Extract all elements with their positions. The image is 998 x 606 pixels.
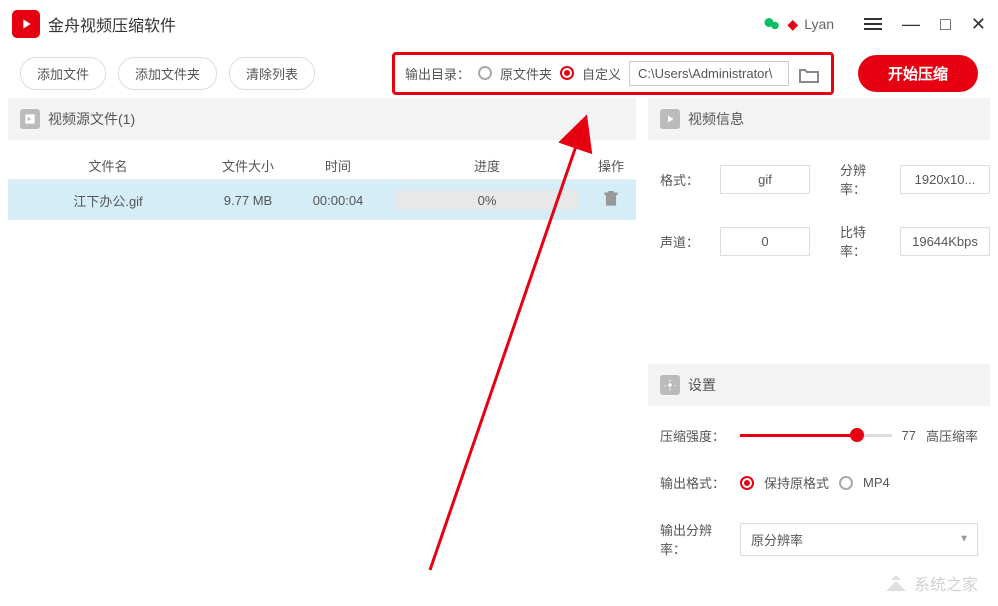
start-compress-button[interactable]: 开始压缩 [858, 55, 978, 92]
col-time-header: 时间 [288, 156, 388, 175]
compress-value: 77 [902, 428, 916, 443]
file-name-cell: 江下办公.gif [8, 191, 208, 210]
add-folder-button[interactable]: 添加文件夹 [118, 57, 217, 90]
output-resolution-value: 原分辨率 [751, 533, 803, 548]
chevron-down-icon: ▼ [959, 534, 969, 545]
wechat-icon[interactable] [763, 15, 781, 33]
minimize-button[interactable]: — [902, 14, 920, 35]
col-action-header: 操作 [586, 156, 636, 175]
radio-keep-format-label: 保持原格式 [764, 473, 829, 492]
col-progress-header: 进度 [388, 156, 586, 175]
bitrate-value: 19644Kbps [900, 227, 990, 256]
video-info-icon [660, 109, 680, 129]
table-row[interactable]: 江下办公.gif 9.77 MB 00:00:04 0% [8, 180, 636, 220]
radio-original-folder[interactable] [478, 66, 492, 80]
app-title: 金舟视频压缩软件 [48, 12, 176, 36]
radio-original-label: 原文件夹 [500, 64, 552, 83]
col-size-header: 文件大小 [208, 156, 288, 175]
video-info-title: 视频信息 [688, 109, 744, 129]
video-files-icon [20, 109, 40, 129]
output-label: 输出目录： [405, 64, 470, 83]
resolution-value: 1920x10... [900, 165, 990, 194]
output-format-label: 输出格式： [660, 473, 730, 492]
maximize-button[interactable]: □ [940, 14, 951, 35]
file-list-header: 视频源文件(1) [8, 98, 636, 140]
watermark-text: 系统之家 [914, 571, 978, 595]
file-time-cell: 00:00:04 [288, 193, 388, 208]
compress-text: 高压缩率 [926, 426, 978, 445]
radio-mp4-label: MP4 [863, 475, 890, 490]
settings-icon [660, 375, 680, 395]
settings-header: 设置 [648, 364, 990, 406]
radio-keep-format[interactable] [740, 476, 754, 490]
file-size-cell: 9.77 MB [208, 193, 288, 208]
video-info-header: 视频信息 [648, 98, 990, 140]
browse-folder-icon[interactable] [797, 63, 821, 83]
username[interactable]: Lyan [804, 16, 834, 32]
diamond-icon: ◆ [787, 16, 798, 33]
output-path-input[interactable] [629, 61, 789, 86]
add-file-button[interactable]: 添加文件 [20, 57, 106, 90]
delete-row-icon[interactable] [586, 190, 636, 211]
settings-title: 设置 [688, 375, 716, 395]
radio-custom-folder[interactable] [560, 66, 574, 80]
col-name-header: 文件名 [8, 156, 208, 175]
compress-strength-label: 压缩强度： [660, 426, 730, 445]
resolution-label: 分辨率： [840, 160, 890, 198]
output-resolution-select[interactable]: 原分辨率 ▼ [740, 523, 978, 556]
output-resolution-label: 输出分辨率： [660, 520, 730, 558]
app-logo [12, 10, 40, 38]
file-list-title: 视频源文件(1) [48, 109, 135, 129]
compress-slider[interactable] [740, 434, 892, 438]
close-button[interactable]: ✕ [971, 14, 986, 35]
table-header: 文件名 文件大小 时间 进度 操作 [8, 140, 636, 180]
bitrate-label: 比特率： [840, 222, 890, 260]
radio-custom-label: 自定义 [582, 64, 621, 83]
format-value: gif [720, 165, 810, 194]
menu-icon[interactable] [864, 18, 882, 30]
file-progress-cell: 0% [388, 190, 586, 210]
radio-mp4-format[interactable] [839, 476, 853, 490]
progress-bar: 0% [396, 190, 578, 210]
channel-value: 0 [720, 227, 810, 256]
output-directory-section: 输出目录： 原文件夹 自定义 [392, 52, 834, 95]
channel-label: 声道： [660, 232, 710, 251]
watermark: 系统之家 [884, 571, 978, 595]
clear-list-button[interactable]: 清除列表 [229, 57, 315, 90]
format-label: 格式： [660, 170, 710, 189]
